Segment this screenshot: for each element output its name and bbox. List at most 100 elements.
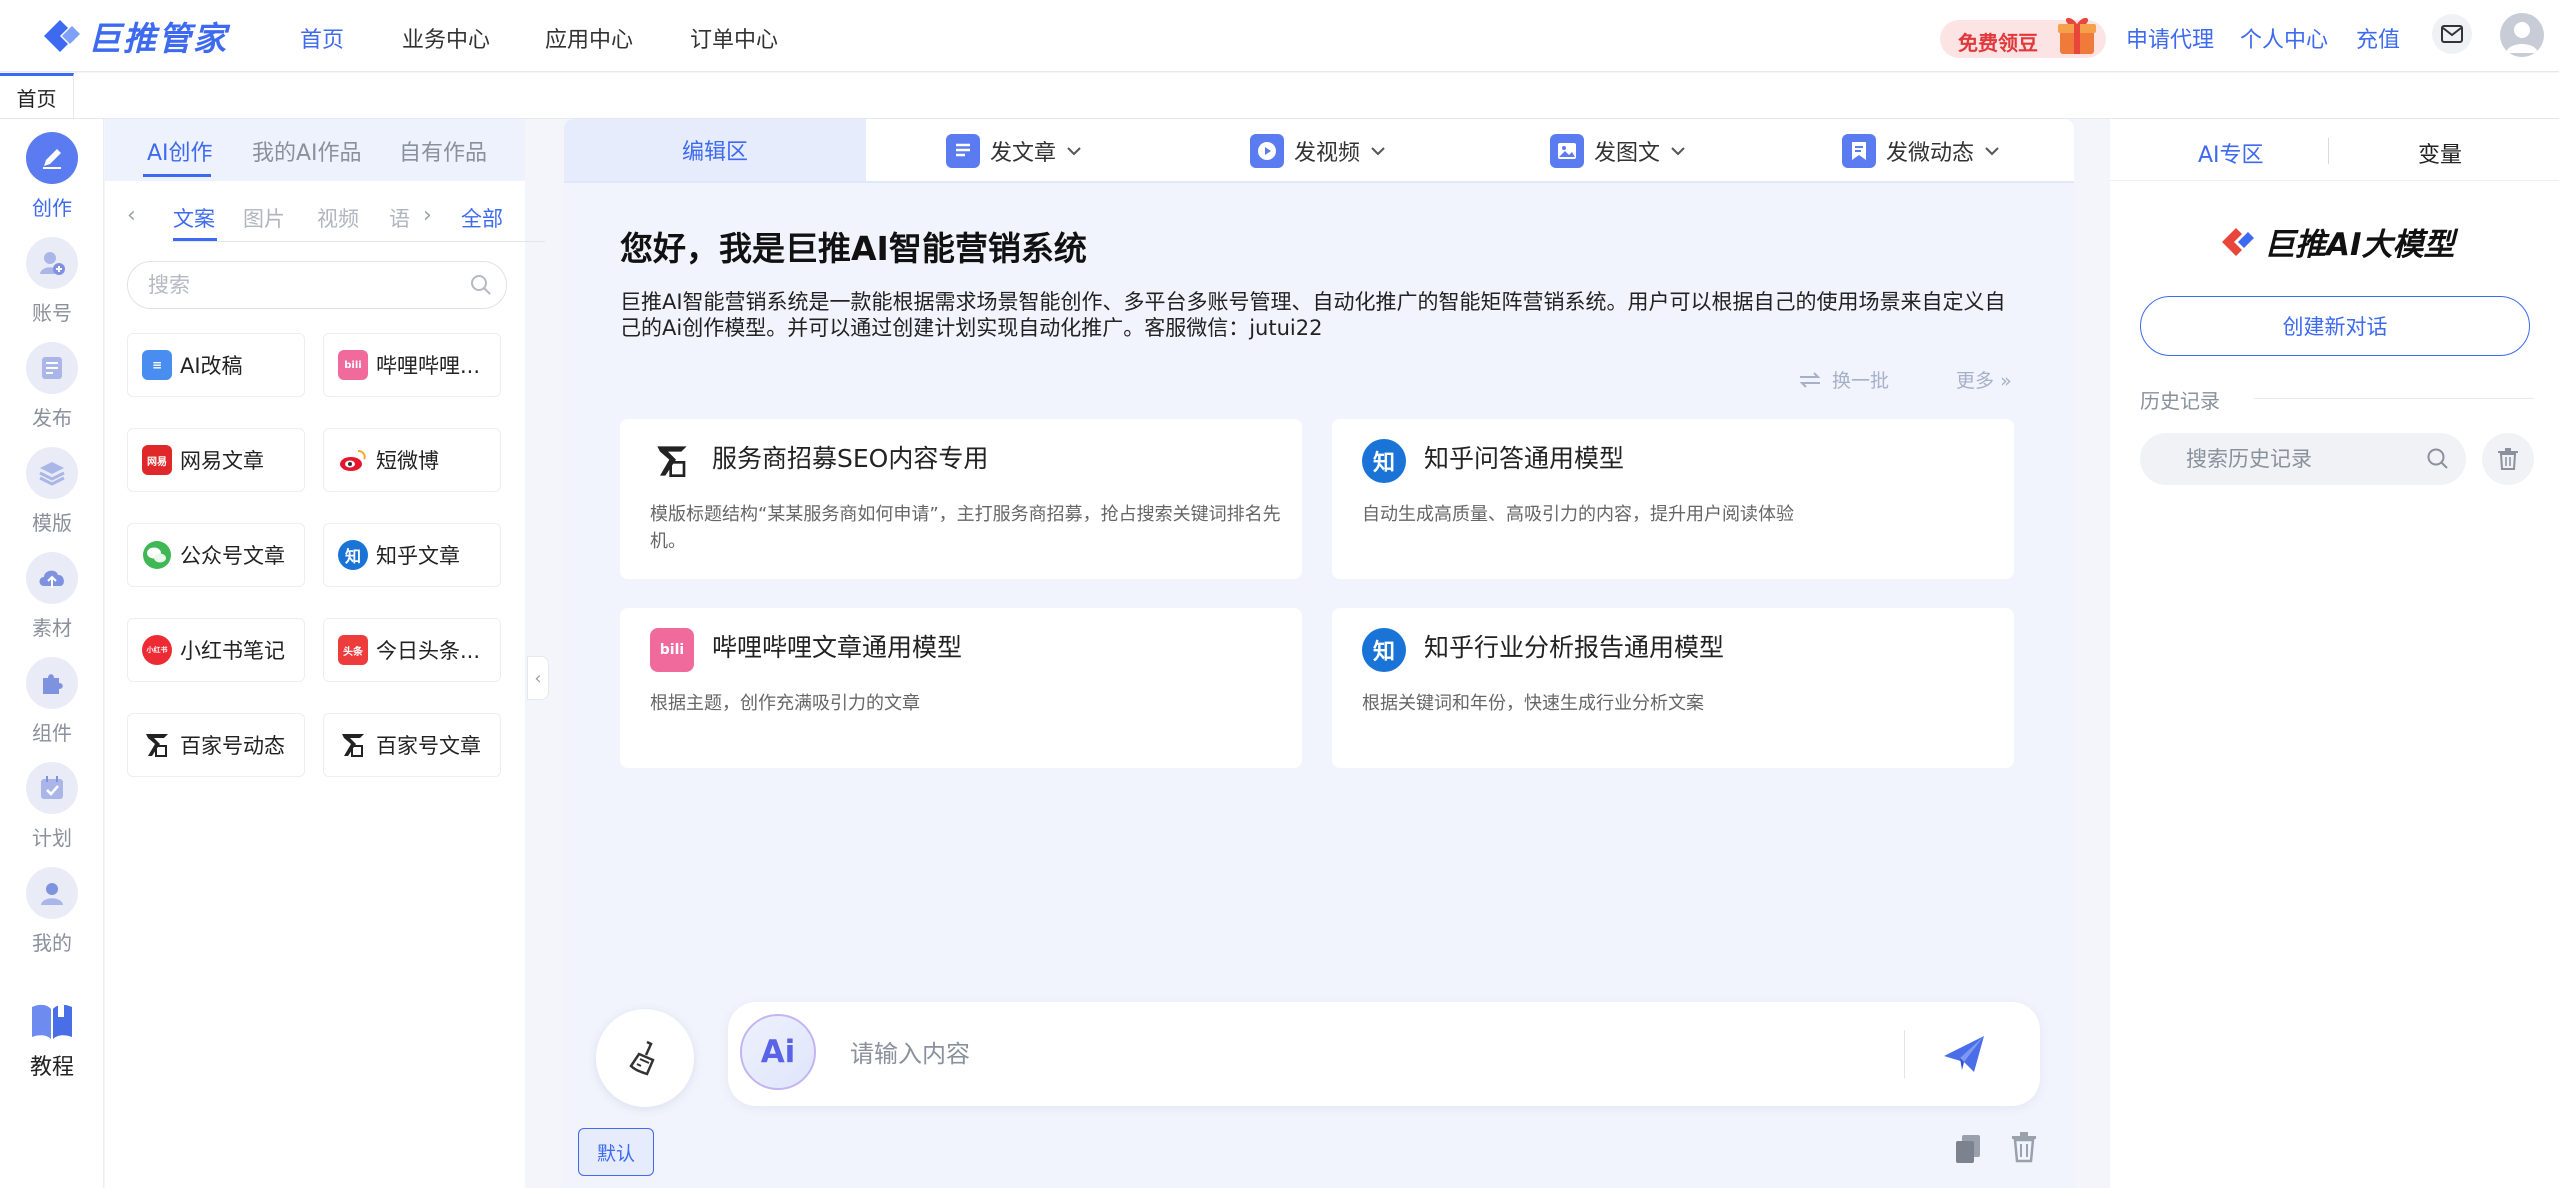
mail-icon [2441,25,2463,43]
rail-label: 创作 [32,196,72,220]
chevron-down-icon [1985,147,1999,156]
tool-toutiao[interactable]: 头条 今日头条... [323,618,501,682]
model-card-zhihu-qa[interactable]: 知 知乎问答通用模型 自动生成高质量、高吸引力的内容，提升用户阅读体验 [1332,419,2014,579]
model-title: 知乎行业分析报告通用模型 [1424,633,1725,662]
refresh-label: 换一批 [1832,370,1890,392]
mail-button[interactable] [2432,14,2472,54]
rail-label: 组件 [32,721,72,745]
gift-icon[interactable] [2056,12,2098,56]
subtab-copy[interactable]: 文案 [173,203,215,233]
tool-wechat-article[interactable]: 公众号文章 [127,523,305,587]
model-card-seo[interactable]: 服务商招募SEO内容专用 模版标题结构“某某服务商如何申请”，主打服务商招募，抢… [620,419,1302,579]
nav-app-center[interactable]: 应用中心 [545,22,633,54]
rail-item-plan[interactable]: 计划 [0,762,104,851]
baijiahao-icon [650,439,694,483]
tab-variables[interactable]: 变量 [2418,137,2462,169]
clear-context-button[interactable] [596,1009,694,1107]
rail-item-publish[interactable]: 发布 [0,342,104,431]
search-icon[interactable] [470,274,492,296]
personal-center-link[interactable]: 个人中心 [2240,22,2328,54]
tab-my-ai-works[interactable]: 我的AI作品 [252,135,362,167]
rail-item-mine[interactable]: 我的 [0,867,104,956]
send-icon [1944,1036,1984,1072]
tool-bilibili[interactable]: bili 哔哩哔哩... [323,333,501,397]
tool-xiaohongshu[interactable]: 小红书 小红书笔记 [127,618,305,682]
subtab-video[interactable]: 视频 [317,203,359,233]
layers-icon [26,447,78,499]
tab-post-image-text[interactable]: 发图文 [1550,133,1686,169]
new-chat-button[interactable]: 创建新对话 [2140,296,2530,356]
message-input[interactable] [850,1030,1850,1078]
tab-home[interactable]: 首页 [0,73,74,118]
rail-item-create[interactable]: 创作 [0,132,104,221]
article-icon [946,134,980,168]
subtab-voice[interactable]: 语 [389,203,410,233]
editor-tabs: 编辑区 发文章 发视频 发图文 发微动态 [564,119,2074,183]
chevron-right-icon[interactable]: › [423,203,432,228]
tab-post-article[interactable]: 发文章 [946,133,1082,169]
subtab-divider [171,241,545,242]
trash-icon [2498,448,2518,470]
tool-weibo[interactable]: 短微博 [323,428,501,492]
brand-logo[interactable]: 巨推管家 [40,14,228,58]
tool-name: 哔哩哔哩... [376,354,481,378]
weibo-icon [340,450,366,471]
recharge-link[interactable]: 充值 [2356,22,2400,54]
logo-mark-icon [44,20,80,52]
tab-own-works[interactable]: 自有作品 [399,135,487,167]
history-search-input[interactable] [2186,433,2416,485]
baijiahao-icon [342,734,364,757]
tabs-divider [564,181,2074,183]
more-link[interactable]: 更多 » [1956,366,2012,393]
history-divider [2254,398,2534,399]
user-avatar[interactable] [2500,13,2544,57]
active-tab-underline [143,174,211,177]
tool-netease[interactable]: 网易 网易文章 [127,428,305,492]
tab-post-video[interactable]: 发视频 [1250,133,1386,169]
tab-edit-area[interactable]: 编辑区 [564,119,866,181]
apply-agent-link[interactable]: 申请代理 [2126,22,2214,54]
tool-name: 百家号动态 [180,734,285,758]
rail-item-tutorial[interactable]: 教程 [0,1001,104,1081]
rail-label: 发布 [32,406,72,430]
input-divider [1904,1030,1905,1078]
clear-history-button[interactable] [2482,433,2534,485]
send-button[interactable] [1936,1026,1992,1082]
tool-ai-rewrite[interactable]: ≡ AI改稿 [127,333,305,397]
copy-icon[interactable] [1954,1133,1982,1165]
model-card-zhihu-report[interactable]: 知 知乎行业分析报告通用模型 根据关键词和年份，快速生成行业分析文案 [1332,608,2014,768]
refresh-batch-button[interactable]: 换一批 [1798,366,1889,393]
side-rail: 创作 账号 发布 模版 素材 组件 计划 我的 教程 [0,119,104,1188]
promo-label: 免费领豆 [1958,31,2038,55]
rail-item-component[interactable]: 组件 [0,657,104,746]
tool-baijiahao-article[interactable]: 百家号文章 [323,713,501,777]
default-mode-button[interactable]: 默认 [578,1128,654,1176]
chevron-down-icon [1671,147,1685,156]
rail-item-material[interactable]: 素材 [0,552,104,641]
chevron-down-icon [1371,147,1385,156]
trash-icon[interactable] [2010,1131,2038,1163]
tool-zhihu-article[interactable]: 知 知乎文章 [323,523,501,587]
nav-business-center[interactable]: 业务中心 [402,22,490,54]
tab-post-micro[interactable]: 发微动态 [1842,133,2000,169]
tool-name: 公众号文章 [180,544,285,568]
tab-label: 发微动态 [1886,141,1975,166]
rail-item-account[interactable]: 账号 [0,237,104,326]
rail-label: 模版 [32,511,72,535]
chevron-left-icon[interactable]: ‹ [127,203,136,228]
tool-search-input[interactable] [148,262,448,308]
all-link[interactable]: 全部 [461,203,503,233]
rail-item-template[interactable]: 模版 [0,447,104,536]
search-icon[interactable] [2426,447,2450,471]
zhihu-icon: 知 [338,540,368,570]
tool-panel-tabs: AI创作 我的AI作品 自有作品 [105,119,525,181]
tab-ai-zone[interactable]: AI专区 [2198,137,2264,169]
double-chevron-right-icon: » [2000,370,2012,392]
nav-order-center[interactable]: 订单中心 [690,22,778,54]
subtab-image[interactable]: 图片 [243,203,285,233]
tool-baijiahao-post[interactable]: 百家号动态 [127,713,305,777]
tab-ai-create[interactable]: AI创作 [147,135,213,167]
model-card-bilibili[interactable]: bili 哔哩哔哩文章通用模型 根据主题，创作充满吸引力的文章 [620,608,1302,768]
nav-home[interactable]: 首页 [300,22,344,54]
collapse-panel-button[interactable]: ‹ [527,656,549,700]
